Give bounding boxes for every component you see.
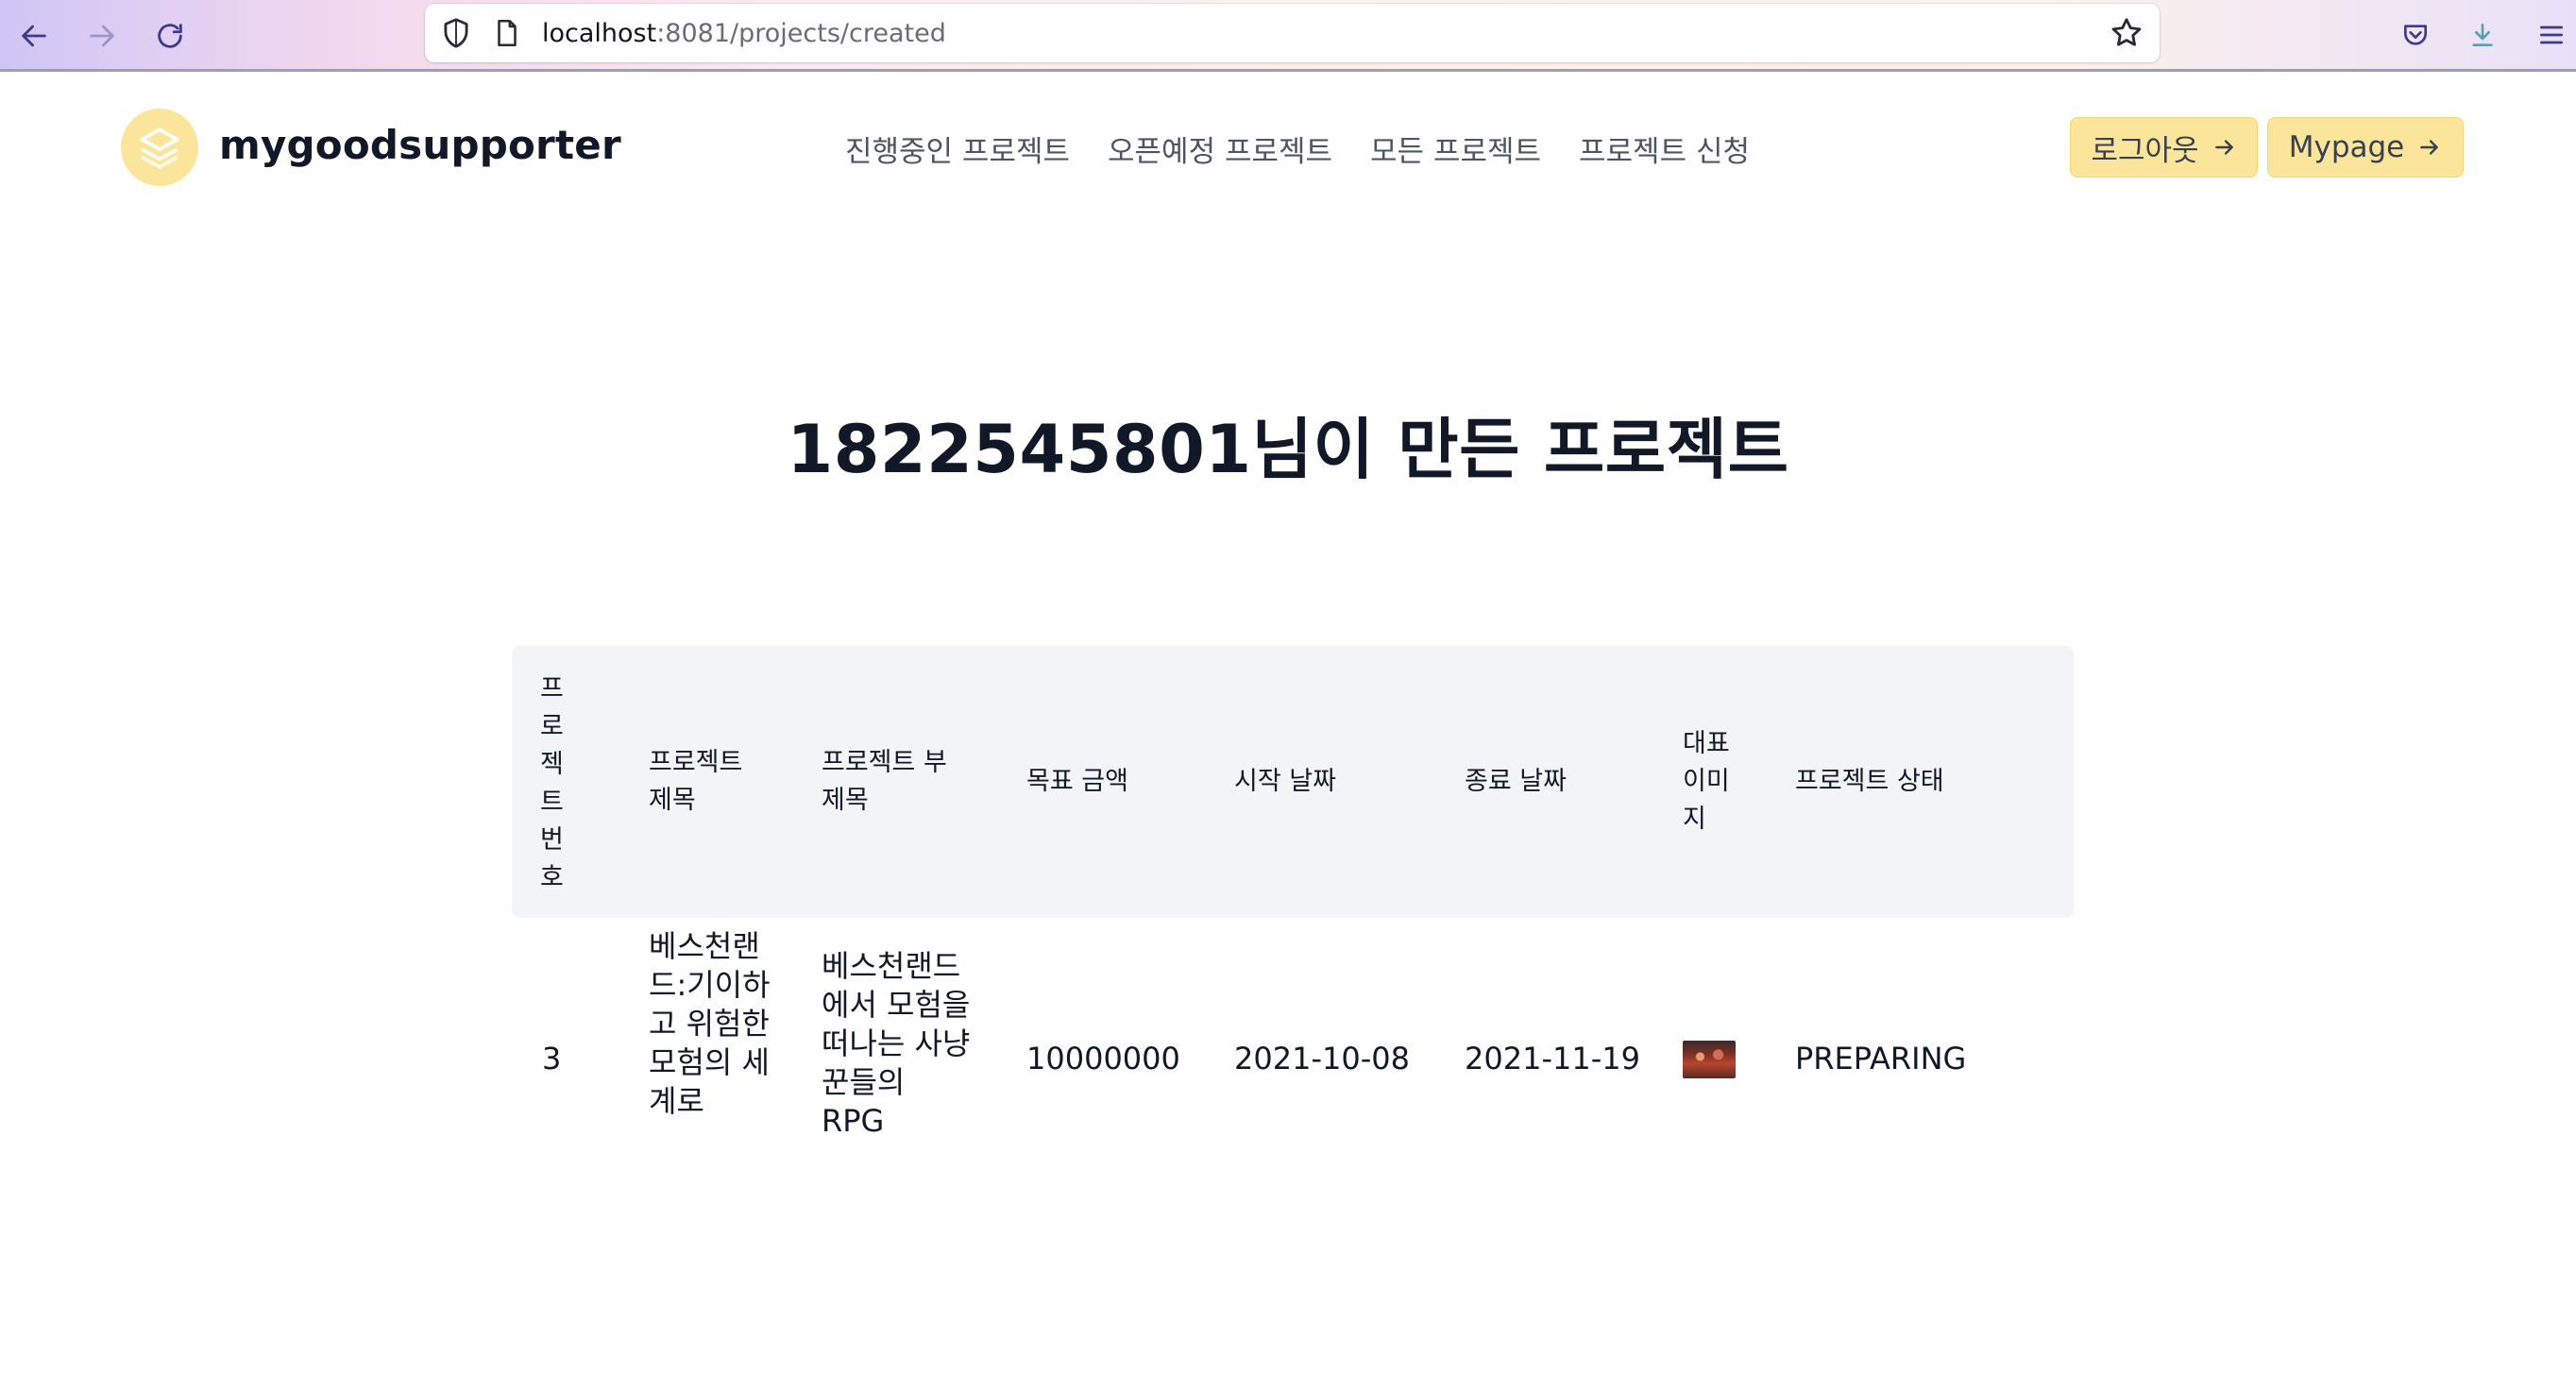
mypage-label: Mypage [2288,130,2405,164]
col-subtitle-header: 프로젝트 부 제목 [822,748,947,815]
browser-toolbar: localhost:8081/projects/created [0,0,2576,72]
project-thumbnail-image[interactable] [1683,1041,1736,1078]
logo[interactable] [121,109,198,186]
menu-icon[interactable] [2531,14,2572,56]
cell-status: PREPARING [1795,1041,1967,1076]
page-title: 1822545801님이 만든 프로젝트 [787,411,1789,488]
cell-number: 3 [542,1041,562,1076]
shield-icon[interactable] [438,15,474,51]
forward-icon[interactable] [79,13,125,59]
cell-end: 2021-11-19 [1465,1041,1640,1076]
download-icon[interactable] [2462,14,2503,56]
address-bar[interactable]: localhost:8081/projects/created [425,4,2160,62]
col-number-header: 프로젝트번호 [540,674,564,892]
reload-icon[interactable] [147,13,193,59]
site-header: mygoodsupporter 진행중인 프로젝트 오픈예정 프로젝트 모든 프… [0,75,2576,216]
cell-subtitle: 베스천랜드에서 모험을 떠나는 사냥꾼들의 RPG [822,948,971,1139]
cell-start: 2021-10-08 [1234,1041,1410,1076]
nav-upcoming-projects[interactable]: 오픈예정 프로젝트 [1108,127,1332,170]
main-nav: 진행중인 프로젝트 오픈예정 프로젝트 모든 프로젝트 프로젝트 신청 [845,127,1750,170]
table-header: 프로젝트번호 프로젝트 제목 프로젝트 부 제목 목표 금액 시작 날짜 종료 … [512,646,2074,918]
arrow-right-icon [2214,140,2233,155]
table-row[interactable]: 3 베스천랜드:기이하고 위험한 모험의 세계로 베스천랜드에서 모험을 떠나는… [512,918,2074,1201]
arrow-right-icon [2420,140,2439,155]
url-text[interactable]: localhost:8081/projects/created [542,19,946,48]
logout-button[interactable]: 로그아웃 [2070,117,2258,178]
col-title-header: 프로젝트 제목 [649,748,743,815]
col-status-header: 프로젝트 상태 [1795,767,1944,796]
bookmark-star-icon[interactable] [2109,15,2144,51]
col-image-header: 대표 이미지 [1683,729,1730,834]
nav-project-apply[interactable]: 프로젝트 신청 [1579,127,1750,170]
projects-table: 프로젝트번호 프로젝트 제목 프로젝트 부 제목 목표 금액 시작 날짜 종료 … [512,646,2074,1201]
back-icon[interactable] [11,13,57,59]
nav-all-projects[interactable]: 모든 프로젝트 [1370,127,1541,170]
brand-name[interactable]: mygoodsupporter [219,122,621,168]
cell-title: 베스천랜드:기이하고 위험한 모험의 세계로 [649,928,771,1119]
col-goal-header: 목표 금액 [1026,767,1128,796]
cell-goal: 10000000 [1026,1041,1180,1076]
col-end-header: 종료 날짜 [1465,767,1567,796]
mypage-button[interactable]: Mypage [2267,117,2464,178]
pocket-icon[interactable] [2395,14,2436,56]
page-icon [498,19,517,47]
layers-icon [140,127,179,169]
url-path: :8081/projects/created [656,19,946,48]
url-host: localhost [542,19,657,48]
nav-ongoing-projects[interactable]: 진행중인 프로젝트 [845,127,1070,170]
logout-label: 로그아웃 [2091,133,2199,168]
col-start-header: 시작 날짜 [1234,767,1336,796]
